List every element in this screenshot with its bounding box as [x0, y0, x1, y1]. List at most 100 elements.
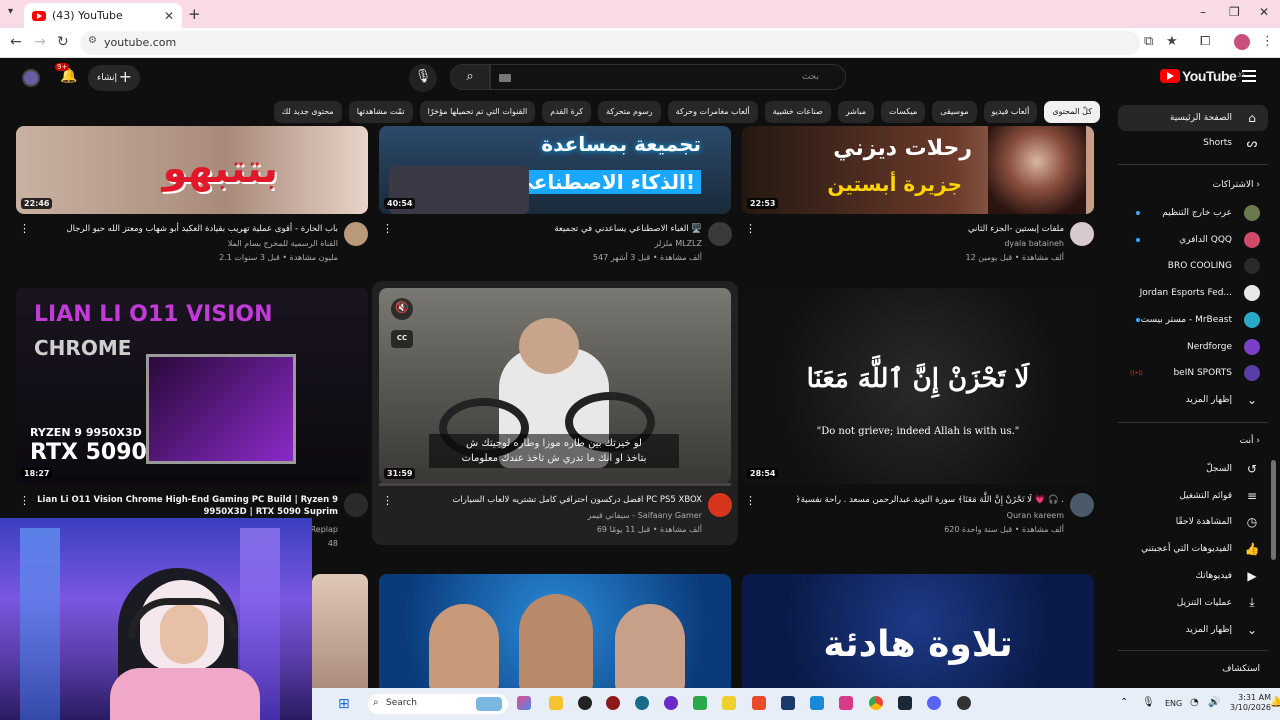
close-tab-icon[interactable]: ✕ — [164, 9, 174, 23]
sidebar-you-item[interactable]: المشاهدة لاحقًا ◷ — [1118, 509, 1268, 535]
video-thumbnail[interactable]: تلاوة هادئة — [742, 574, 1094, 694]
captions-icon[interactable]: CC — [391, 330, 413, 348]
more-actions-icon[interactable]: ⋮ — [19, 494, 30, 507]
chip[interactable]: ألعاب مغامرات وحركة — [667, 101, 758, 123]
app-icon[interactable] — [722, 696, 736, 710]
sidebar-you-item[interactable]: فيديوهاتك ▶ — [1118, 563, 1268, 589]
sidebar-you-item[interactable]: قوائم التشغيل ≡ — [1118, 483, 1268, 509]
channel-name[interactable]: dyala bataineh — [760, 238, 1064, 250]
channel-name[interactable]: القناة الرسمية للمخرج بسام الملا — [30, 238, 338, 250]
channel-avatar[interactable] — [708, 222, 732, 246]
video-title[interactable]: ملفات إبستين -الجزء الثاني — [760, 223, 1064, 235]
url-field[interactable]: ⚙ youtube.com — [80, 31, 1140, 55]
video-title[interactable]: الغباء الاصطناعي يساعدني في تجميعة 🖥️ — [398, 223, 702, 235]
channel-avatar[interactable] — [1070, 493, 1094, 517]
sidebar-subscription[interactable]: الدافري QQQ — [1118, 227, 1268, 253]
input-language[interactable]: ENG — [1165, 699, 1182, 708]
sidebar-subscription[interactable]: مستر بيست - MrBeast — [1118, 307, 1268, 333]
video-thumbnail[interactable] — [379, 574, 731, 694]
sidebar-item-shorts[interactable]: Shorts ᔕ — [1118, 130, 1268, 156]
channel-avatar[interactable] — [708, 493, 732, 517]
video-title[interactable]: Lian Li O11 Vision Chrome High-End Gamin… — [30, 494, 338, 518]
more-actions-icon[interactable]: ⋮ — [382, 494, 393, 507]
video-thumbnail[interactable] — [312, 574, 368, 694]
sidebar-show-more[interactable]: إظهار المزيد ⌄ — [1118, 387, 1268, 413]
video-thumbnail[interactable]: بتتبهو 22:46 — [16, 126, 368, 214]
taskbar-search[interactable]: ⌕ Search — [368, 694, 508, 714]
restore-icon[interactable]: ❐ — [1229, 5, 1240, 19]
channel-avatar[interactable] — [344, 493, 368, 517]
sidebar-you-item[interactable]: الفيديوهات التي أعجبتني 👍 — [1118, 536, 1268, 562]
copilot-icon[interactable] — [517, 696, 531, 710]
sidebar-subscription[interactable]: ((•)) beIN SPORTS — [1118, 360, 1268, 386]
sidebar-subscription[interactable]: BRO COOLING — [1118, 253, 1268, 279]
sidebar-you-item[interactable]: عمليات التنزيل ⤓ — [1118, 590, 1268, 616]
video-thumbnail[interactable]: LIAN LI O11 VISION CHROME RYZEN 9 9950X3… — [16, 288, 368, 484]
chip[interactable]: القنوات التي تم تحميلها مؤخرًا — [419, 101, 536, 123]
search-button[interactable]: ⌕ — [450, 64, 490, 90]
sidebar-subscription[interactable]: Nerdforge — [1118, 334, 1268, 360]
app-icon[interactable] — [839, 696, 853, 710]
chip[interactable]: رسوم متحركة — [598, 101, 661, 123]
notifications-button[interactable]: 🔔 9+ — [55, 63, 77, 84]
tab-list-icon[interactable]: ▾ — [8, 6, 13, 17]
brave-icon[interactable] — [752, 696, 766, 710]
create-button[interactable]: إنشاء + — [88, 65, 140, 91]
subscriptions-heading[interactable]: الاشتراكات › — [1118, 180, 1268, 190]
app-icon[interactable] — [693, 696, 707, 710]
preview-progress-bar[interactable] — [379, 483, 731, 486]
reload-icon[interactable]: ↻ — [57, 34, 69, 50]
hamburger-menu-icon[interactable] — [1242, 70, 1256, 82]
app-icon[interactable] — [781, 696, 795, 710]
sidebar-show-more-2[interactable]: إظهار المزيد ⌄ — [1118, 617, 1268, 643]
more-actions-icon[interactable]: ⋮ — [745, 222, 756, 235]
chrome-icon[interactable] — [869, 696, 883, 710]
sidebar-subscription[interactable]: Jordan Esports Fed... — [1118, 280, 1268, 306]
site-info-icon[interactable]: ⚙ — [88, 35, 97, 46]
video-title[interactable]: ﴿لَا تَحْزَنْ إِنَّ اللَّهَ مَعَنَا﴾ سور… — [760, 494, 1064, 506]
chip[interactable]: تمّت مشاهدتها — [348, 101, 413, 123]
mic-tray-icon[interactable]: 🎙 — [1142, 697, 1155, 708]
you-heading[interactable]: أنت › — [1118, 436, 1268, 446]
mute-icon[interactable]: 🔇 — [391, 298, 413, 320]
channel-name[interactable]: سيفاني قيمر - Saifaany Gamer — [398, 510, 702, 522]
sidebar-scrollbar[interactable] — [1271, 460, 1276, 560]
chip[interactable]: مباشر — [837, 101, 875, 123]
tray-overflow-icon[interactable]: ⌃ — [1120, 697, 1128, 708]
file-explorer-icon[interactable] — [549, 696, 563, 710]
chip[interactable]: كلّ المحتوى — [1044, 101, 1100, 123]
video-title[interactable]: افضل دركسون احترافي كامل تشتريه لالعاب ا… — [398, 494, 702, 506]
windows-start-icon[interactable]: ⊞ — [338, 696, 350, 712]
channel-avatar[interactable] — [1070, 222, 1094, 246]
sidebar-you-item[interactable]: السجلّ ↺ — [1118, 456, 1268, 482]
app-icon[interactable] — [664, 696, 678, 710]
chip[interactable]: صناعات خشبية — [764, 101, 831, 123]
video-thumbnail[interactable]: لَا تَحْزَنْ إِنَّ ٱللَّهَ مَعَنَا "Do n… — [742, 288, 1094, 484]
obs-icon[interactable] — [957, 696, 971, 710]
chip[interactable]: موسيقى — [932, 101, 977, 123]
browser-tab-youtube[interactable]: (43) YouTube ✕ — [24, 3, 182, 28]
back-icon[interactable]: ← — [10, 34, 22, 50]
clock[interactable]: 3:31 AM 3/10/2026 — [1230, 693, 1271, 713]
app-icon[interactable] — [606, 696, 620, 710]
chip[interactable]: ألعاب فيديو — [983, 101, 1038, 123]
search-input[interactable]: بحث — [490, 64, 846, 90]
app-icon[interactable] — [635, 696, 649, 710]
extensions-icon[interactable]: ⧠ — [1200, 34, 1210, 49]
volume-icon[interactable]: 🔊 — [1208, 697, 1220, 708]
channel-name[interactable]: ملزلز MLZLZ — [398, 238, 702, 250]
sidebar-subscription[interactable]: عرب خارج التنظيم — [1118, 200, 1268, 226]
forward-icon[interactable]: → — [34, 34, 46, 50]
bookmark-star-icon[interactable]: ★ — [1166, 34, 1178, 49]
notification-center-icon[interactable]: 🔔 — [1270, 697, 1280, 708]
more-actions-icon[interactable]: ⋮ — [382, 222, 393, 235]
discord-icon[interactable] — [927, 696, 941, 710]
channel-avatar[interactable] — [344, 222, 368, 246]
video-preview-player[interactable]: 🔇 CC لو خيرتك بين طاره موزا وطاره لوجيتك… — [379, 288, 731, 484]
video-thumbnail[interactable]: تجميعة بمساعدة الذكاء الاصطناعي! 40:54 — [379, 126, 731, 214]
close-window-icon[interactable]: ✕ — [1259, 5, 1269, 19]
youtube-logo[interactable]: YouTube JO — [1160, 68, 1244, 84]
chip[interactable]: محتوى جديد لك — [273, 101, 342, 123]
video-thumbnail[interactable]: رحلات ديزني جزيرة أبستين 22:53 — [742, 126, 1094, 214]
minimize-icon[interactable]: – — [1200, 5, 1206, 19]
